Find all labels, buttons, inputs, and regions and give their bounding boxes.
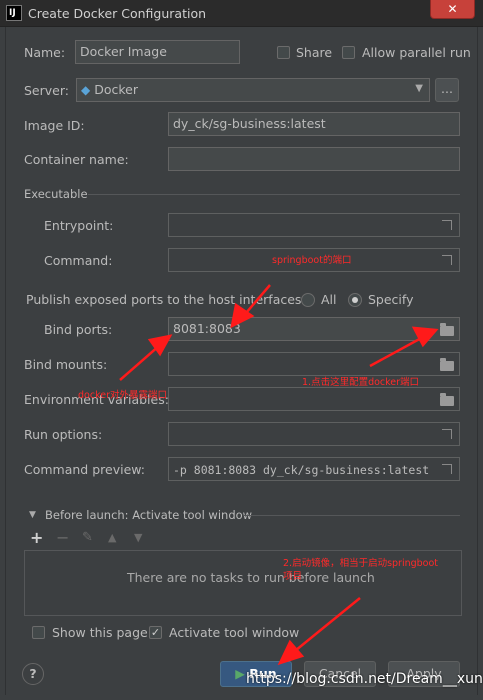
annotation-springboot-port: springboot的端口 — [272, 255, 352, 266]
annotation-start-image-1: 2.启动镜像，相当于启动springboot — [283, 558, 439, 569]
arrowhead — [277, 639, 305, 666]
arrow-click-config — [369, 334, 426, 368]
arrowhead — [411, 326, 439, 348]
annotation-arrows — [119, 284, 439, 666]
annotation-docker-port: docker对外暴露端口 — [78, 390, 167, 401]
arrow-docker-port — [119, 344, 161, 381]
watermark: https://blog.csdn.net/Dream__xun — [246, 671, 483, 687]
arrow-run — [289, 597, 361, 656]
annotation-click-config: 1.点击这里配置docker端口 — [302, 377, 420, 388]
annotation-start-image-2: 项目 — [283, 571, 303, 582]
